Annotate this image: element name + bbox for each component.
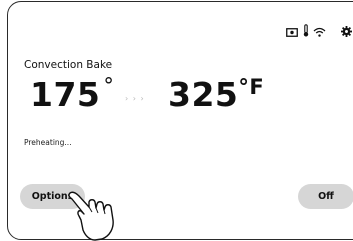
cooking-mode-label: Convection Bake [24, 59, 113, 71]
preheat-status: Preheating... [24, 138, 72, 147]
target-temperature-unit: °F [238, 75, 265, 99]
target-temperature[interactable]: 325°F [168, 75, 265, 114]
thermometer-icon[interactable] [303, 22, 309, 41]
current-temperature-value: 175 [30, 75, 101, 114]
wifi-icon[interactable] [313, 22, 326, 41]
current-temperature: 175 ° [30, 75, 114, 114]
camera-icon[interactable] [286, 22, 298, 41]
target-temperature-value: 325 [168, 75, 239, 114]
pointing-hand-icon [68, 191, 114, 241]
oven-display: Convection Bake 175 ° › › › 325°F Preheat… [7, 1, 353, 240]
off-button[interactable]: Off [298, 184, 353, 209]
progress-arrow: › › › [125, 94, 145, 103]
gear-icon[interactable] [341, 22, 352, 41]
current-temperature-degree: ° [103, 74, 115, 98]
status-bar [286, 22, 352, 40]
